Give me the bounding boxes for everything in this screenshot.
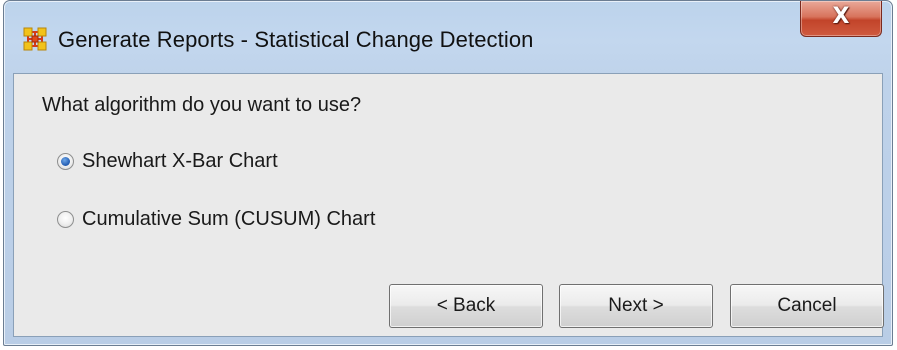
radio-button-selected[interactable] (57, 152, 74, 170)
question-label: What algorithm do you want to use? (42, 94, 362, 116)
close-icon: X (832, 4, 850, 29)
back-button[interactable]: < Back (389, 284, 543, 328)
option-label: Cumulative Sum (CUSUM) Chart (82, 207, 376, 230)
option-shewhart[interactable]: Shewhart X-Bar Chart (57, 147, 278, 175)
dialog-content: What algorithm do you want to use? Shewh… (13, 73, 884, 337)
next-button[interactable]: Next > (559, 284, 713, 328)
close-button[interactable]: X (800, 1, 882, 37)
radio-button[interactable] (57, 210, 74, 228)
cancel-button[interactable]: Cancel (730, 284, 884, 328)
window-title: Generate Reports - Statistical Change De… (58, 27, 534, 52)
option-label: Shewhart X-Bar Chart (82, 149, 278, 172)
network-grid-icon (23, 27, 47, 51)
title-bar[interactable]: Generate Reports - Statistical Change De… (4, 1, 892, 73)
option-cusum[interactable]: Cumulative Sum (CUSUM) Chart (57, 205, 375, 233)
dialog-window: Generate Reports - Statistical Change De… (3, 0, 893, 346)
